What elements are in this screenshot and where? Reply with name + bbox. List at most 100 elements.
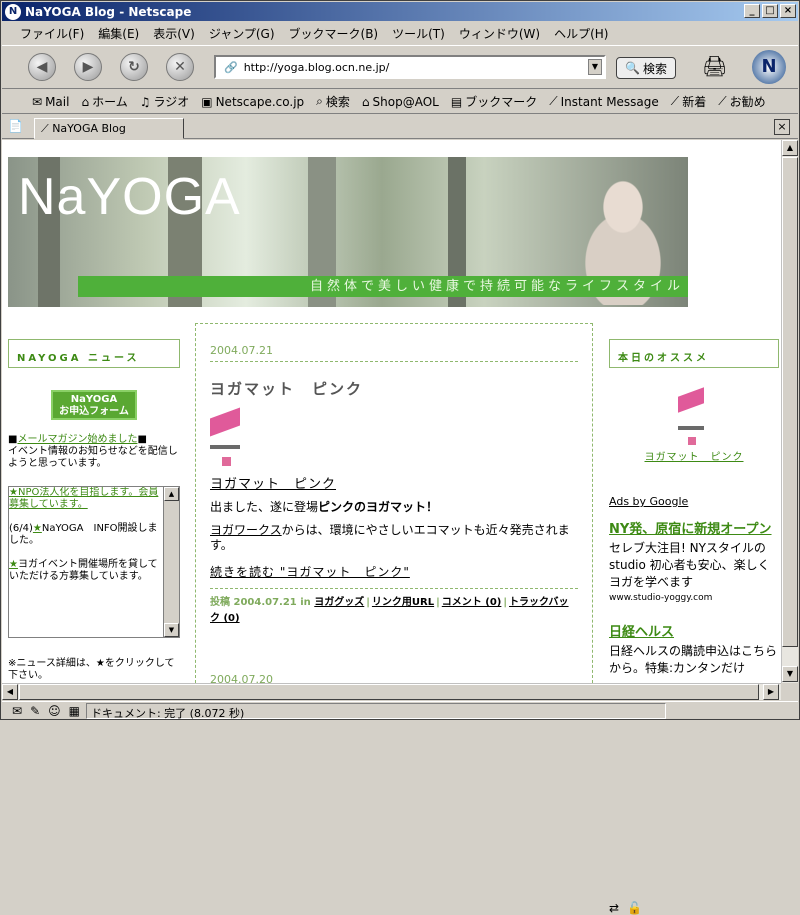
read-more-link[interactable]: 続きを読む "ヨガマット ピンク" <box>210 563 578 580</box>
scroll-thumb[interactable] <box>782 157 798 647</box>
toolbar-item-home[interactable]: ⌂ ホーム <box>81 93 127 110</box>
security-icon: 🔓 <box>627 901 643 915</box>
recommended-mat-image[interactable] <box>662 387 726 448</box>
bookmark-icon: ⟋ <box>549 94 558 108</box>
address-book-icon[interactable]: ▦ <box>69 704 80 718</box>
window-title: NaYOGA Blog - Netscape <box>25 4 192 19</box>
ad-title-link[interactable]: NY発、原宿に新規オープン <box>609 522 779 538</box>
toolbar-item-new[interactable]: ⟋ 新着 <box>671 93 706 110</box>
browser-window: N NaYOGA Blog - Netscape _ □ × ファイル(F) 編… <box>0 0 800 915</box>
scroll-down-arrow-icon[interactable]: ▼ <box>164 623 179 637</box>
news-star-link[interactable]: ★ <box>9 559 18 570</box>
news-heading: NAYOGA ニュース <box>8 339 180 368</box>
shop-icon: ⌂ <box>361 94 370 109</box>
site-logo[interactable]: NaYOGA <box>18 167 241 227</box>
tab-label: NaYOGA Blog <box>52 122 126 135</box>
scroll-up-arrow-icon[interactable]: ▲ <box>782 140 798 156</box>
back-arrow-icon: ◀ <box>36 59 48 75</box>
yoga-works-link[interactable]: ヨガワークス <box>210 523 282 537</box>
navigation-toolbar: ◀ ▶ ↻ ✕ 🔗 http://yoga.blog.ocn.ne.jp/ ▼ … <box>2 45 798 89</box>
category-link[interactable]: ヨガグッズ <box>314 597 364 608</box>
tab-page-icon: ⟋ <box>41 122 53 135</box>
toolbar-item-shop[interactable]: ⌂ Shop@AOL <box>362 95 439 109</box>
new-tab-icon[interactable]: 📄 <box>8 119 23 133</box>
next-post-date: 2004.07.20 <box>210 627 578 683</box>
menu-window[interactable]: ウィンドウ(W) <box>459 25 540 42</box>
ad-description: 日経ヘルスの購読申込はこちらから。特集:カンタンだけ <box>609 644 778 675</box>
search-button-label: 検索 <box>642 61 667 76</box>
news-item-info: (6/4)★NaYOGA INFO開設しました。 <box>9 523 161 547</box>
forward-button[interactable]: ▶ <box>74 53 102 81</box>
menu-bookmarks[interactable]: ブックマーク(B) <box>289 25 379 42</box>
application-form-button[interactable]: NaYOGA お申込フォーム <box>51 390 137 420</box>
connection-icon: ⇄ <box>609 901 620 915</box>
search-icon: ⌕ <box>316 94 323 108</box>
product-link[interactable]: ヨガマット ピンク <box>210 473 578 492</box>
post-title[interactable]: ヨガマット ピンク <box>210 378 578 399</box>
mail-icon: ✉ <box>32 94 43 109</box>
vertical-scrollbar[interactable]: ▲ ▼ <box>781 140 798 683</box>
url-field[interactable]: 🔗 http://yoga.blog.ocn.ne.jp/ ▼ <box>214 55 606 79</box>
page-viewport: NaYOGA 自然体で美しい健康で持続可能なライフスタイル NAYOGA ニュー… <box>2 140 798 683</box>
toolbar-item-mail[interactable]: ✉ Mail <box>32 95 69 109</box>
scroll-up-arrow-icon[interactable]: ▲ <box>164 487 179 501</box>
page-icon: 🔗 <box>224 60 238 74</box>
maximize-button[interactable]: □ <box>762 4 778 18</box>
menu-file[interactable]: ファイル(F) <box>20 25 84 42</box>
news-item-npo[interactable]: ★NPO法人化を目指します。会員募集しています。 <box>9 487 161 511</box>
forward-arrow-icon: ▶ <box>82 59 94 75</box>
close-tab-button[interactable]: × <box>774 119 790 135</box>
netscape-logo-icon[interactable]: N <box>752 50 786 84</box>
scroll-thumb[interactable] <box>19 684 759 700</box>
scroll-down-arrow-icon[interactable]: ▼ <box>782 666 798 682</box>
comments-link[interactable]: コメント (0) <box>442 597 502 608</box>
news-star-link[interactable]: ★ <box>33 523 42 534</box>
print-icon[interactable]: 🖨 <box>702 54 727 78</box>
toolbar-item-netscape[interactable]: ▣ Netscape.co.jp <box>201 95 304 109</box>
post-date: 2004.07.21 <box>210 324 578 362</box>
minimize-button[interactable]: _ <box>744 4 760 18</box>
close-button[interactable]: × <box>780 4 796 18</box>
menu-go[interactable]: ジャンプ(G) <box>209 25 275 42</box>
toolbar-item-instant-message[interactable]: ⟋ Instant Message <box>549 94 659 109</box>
url-dropdown-button[interactable]: ▼ <box>588 59 602 75</box>
post-text: 出ました、遂に登場 <box>210 500 319 514</box>
mail-magazine-notice: ■メールマガジン始めました■ イベント情報のお知らせなどを配信しようと思っていま… <box>8 434 178 469</box>
magnifier-icon: 🔍 <box>625 61 640 75</box>
toolbar-item-search[interactable]: ⌕ 検索 <box>316 93 350 110</box>
permalink[interactable]: リンク用URL <box>372 597 434 608</box>
scroll-left-arrow-icon[interactable]: ◀ <box>2 684 18 700</box>
ad-title-link[interactable]: 日経ヘルス <box>609 625 779 641</box>
news-text: ヨガイベント開催場所を貸していただける方募集しています。 <box>9 559 158 582</box>
scroll-right-arrow-icon[interactable]: ▶ <box>763 684 779 700</box>
mail-magazine-link[interactable]: メールマガジン始めました <box>17 434 137 445</box>
post-paragraph-1: 出ました、遂に登場ピンクのヨガマット！ <box>210 500 578 515</box>
news-scrollbar[interactable]: ▲ ▼ <box>163 487 179 637</box>
netscape-icon: N <box>5 3 21 20</box>
reload-button[interactable]: ↻ <box>120 53 148 81</box>
headphones-icon: ♫ <box>139 94 151 109</box>
back-button[interactable]: ◀ <box>28 53 56 81</box>
menu-help[interactable]: ヘルプ(H) <box>554 25 608 42</box>
tab-nayoga-blog[interactable]: ⟋ NaYOGA Blog <box>34 118 184 139</box>
stop-button[interactable]: ✕ <box>166 53 194 81</box>
search-button[interactable]: 🔍 検索 <box>616 57 676 79</box>
toolbar-item-label: Instant Message <box>560 94 659 109</box>
horizontal-scrollbar[interactable]: ◀ ▶ <box>2 683 781 700</box>
composer-icon[interactable]: ✎ <box>30 704 40 718</box>
toolbar-item-bookmarks[interactable]: ▤ ブックマーク <box>451 93 537 110</box>
ad-url[interactable]: www.studio-yoggy.com <box>609 593 779 603</box>
menu-tools[interactable]: ツール(T) <box>392 25 445 42</box>
recommended-item-link[interactable]: ヨガマット ピンク <box>609 448 779 463</box>
stop-icon: ✕ <box>174 59 186 75</box>
toolbar-item-label: Mail <box>45 94 70 109</box>
mail-icon[interactable]: ✉ <box>12 704 22 718</box>
menu-edit[interactable]: 編集(E) <box>98 25 139 42</box>
yoga-mat-image[interactable] <box>210 407 250 469</box>
im-icon[interactable]: ☺ <box>48 704 61 718</box>
menu-view[interactable]: 表示(V) <box>153 25 195 42</box>
bookmark-icon: ⟋ <box>670 94 680 108</box>
ads-by-google-link[interactable]: Ads by Google <box>609 495 779 508</box>
toolbar-item-radio[interactable]: ♫ ラジオ <box>140 93 190 110</box>
toolbar-item-recommend[interactable]: ⟋ お勧め <box>718 93 765 110</box>
